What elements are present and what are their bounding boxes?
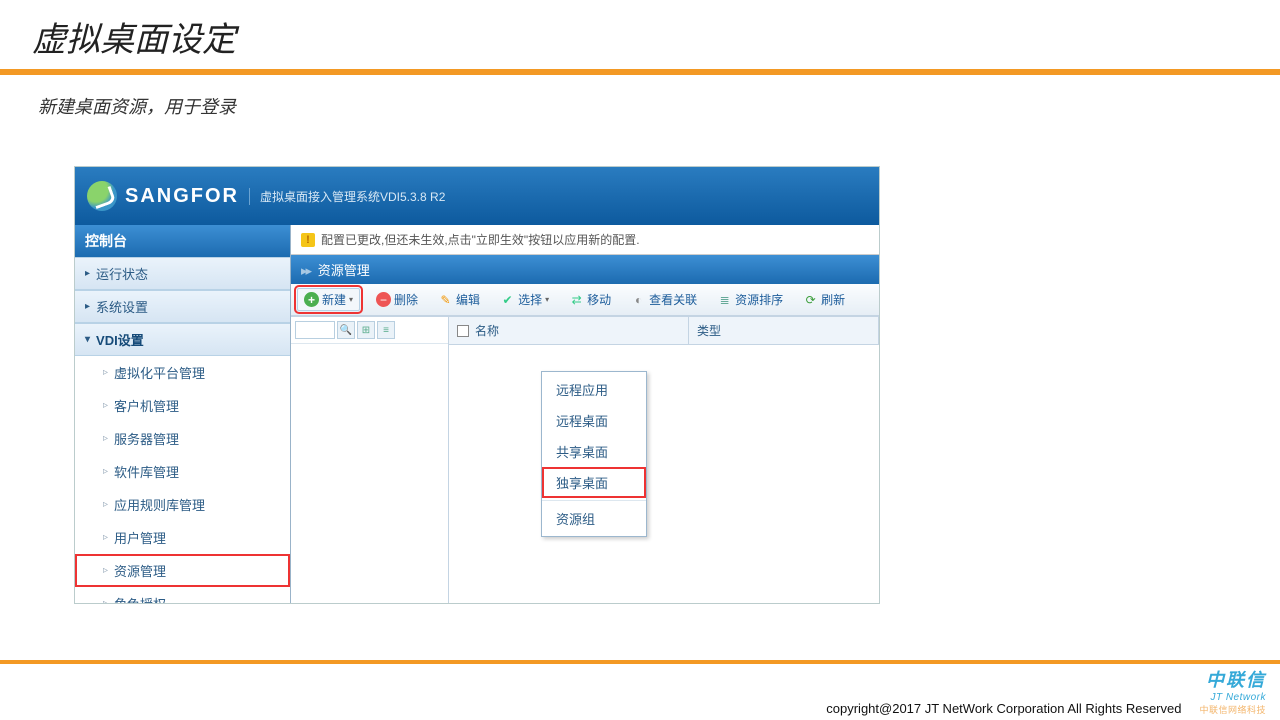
col-type[interactable]: 类型: [689, 317, 879, 344]
vdi-subitems: ▹虚拟化平台管理 ▹客户机管理 ▹服务器管理 ▹软件库管理 ▹应用规则库管理 ▹…: [75, 356, 290, 604]
sidebar-section-status[interactable]: ▸运行状态: [75, 257, 290, 290]
chevron-right-icon: ▹: [103, 400, 108, 411]
resource-grid: 名称 类型: [449, 317, 879, 603]
slide-footer: copyright@2017 JT NetWork Corporation Al…: [0, 660, 1280, 720]
breadcrumb-text: 资源管理: [318, 263, 370, 278]
view-relation-button[interactable]: ◐查看关联: [627, 289, 701, 310]
sidebar-section-vdi[interactable]: ▾VDI设置: [75, 323, 290, 356]
sidebar-section-system[interactable]: ▸系统设置: [75, 290, 290, 323]
app-subtitle: 虚拟桌面接入管理系统VDI5.3.8 R2: [249, 188, 445, 205]
sidebar-item-roles[interactable]: ▹角色授权: [75, 587, 290, 604]
menu-shared-desktop[interactable]: 共享桌面: [542, 436, 646, 467]
refresh-icon: ⟳: [803, 292, 818, 307]
sidebar-item-server[interactable]: ▹服务器管理: [75, 422, 290, 455]
watermark: 中联信网络科技: [1199, 703, 1266, 716]
chevrons-icon: ▸▸: [301, 263, 310, 278]
main-panel: ! 配置已更改,但还未生效,点击"立即生效"按钮以应用新的配置. ▸▸ 资源管理…: [291, 225, 879, 603]
dropdown-arrow-icon: ▾: [545, 295, 549, 304]
menu-exclusive-desktop[interactable]: 独享桌面: [542, 467, 646, 498]
slide-title: 虚拟桌面设定: [0, 0, 1280, 69]
app-header: SANGFOR 虚拟桌面接入管理系统VDI5.3.8 R2: [75, 167, 879, 225]
warning-icon: !: [301, 233, 315, 247]
relation-icon: ◐: [631, 292, 646, 307]
sidebar-item-software[interactable]: ▹软件库管理: [75, 455, 290, 488]
sidebar-item-resources[interactable]: ▹资源管理: [75, 554, 290, 587]
search-icon[interactable]: 🔍: [337, 321, 355, 339]
list-icon: ≣: [717, 292, 732, 307]
chevron-right-icon: ▹: [103, 532, 108, 543]
menu-resource-group[interactable]: 资源组: [542, 503, 646, 534]
delete-icon: −: [376, 292, 391, 307]
dropdown-arrow-icon: ▾: [349, 295, 353, 304]
jt-logo-cn: 中联信: [1199, 666, 1266, 692]
select-all-checkbox[interactable]: [457, 325, 469, 337]
select-button[interactable]: ✔选择 ▾: [496, 289, 553, 310]
chevron-right-icon: ▸: [85, 268, 90, 279]
breadcrumb-bar: ▸▸ 资源管理: [291, 255, 879, 284]
jt-logo-en: JT Network: [1199, 692, 1266, 703]
check-icon: ✔: [500, 292, 515, 307]
new-button[interactable]: +新建 ▾: [297, 288, 360, 311]
menu-separator: [542, 500, 646, 501]
tree-toolbar: 🔍 ⊞ ≡: [291, 317, 448, 344]
chevron-right-icon: ▹: [103, 565, 108, 576]
warning-text: 配置已更改,但还未生效,点击"立即生效"按钮以应用新的配置.: [321, 231, 640, 248]
resource-tree-panel: 🔍 ⊞ ≡: [291, 317, 449, 603]
copyright-text: copyright@2017 JT NetWork Corporation Al…: [826, 701, 1181, 716]
sidebar-title: 控制台: [75, 225, 290, 257]
move-button[interactable]: ⇄移动: [565, 289, 615, 310]
sidebar-item-client[interactable]: ▹客户机管理: [75, 389, 290, 422]
brand-text: SANGFOR: [125, 185, 239, 208]
sidebar-item-users[interactable]: ▹用户管理: [75, 521, 290, 554]
sidebar: 控制台 ▸运行状态 ▸系统设置 ▾VDI设置 ▹虚拟化平台管理 ▹客户机管理 ▹…: [75, 225, 291, 603]
grid-header: 名称 类型: [449, 317, 879, 345]
sangfor-logo-icon: [87, 181, 117, 211]
collapse-icon[interactable]: ≡: [377, 321, 395, 339]
refresh-button[interactable]: ⟳刷新: [799, 289, 849, 310]
menu-remote-desktop[interactable]: 远程桌面: [542, 405, 646, 436]
jt-logo: 中联信 JT Network 中联信网络科技: [1199, 666, 1266, 716]
slide-subtitle: 新建桌面资源，用于登录: [0, 75, 1280, 119]
toolbar: +新建 ▾ −删除 ✎编辑 ✔选择 ▾ ⇄移动 ◐查看关联 ≣资源排序 ⟳刷新: [291, 284, 879, 316]
chevron-right-icon: ▹: [103, 598, 108, 604]
add-icon: +: [304, 292, 319, 307]
chevron-right-icon: ▹: [103, 367, 108, 378]
menu-remote-app[interactable]: 远程应用: [542, 374, 646, 405]
sort-button[interactable]: ≣资源排序: [713, 289, 787, 310]
edit-icon: ✎: [438, 292, 453, 307]
delete-button[interactable]: −删除: [372, 289, 422, 310]
chevron-right-icon: ▹: [103, 433, 108, 444]
move-icon: ⇄: [569, 292, 584, 307]
warning-bar: ! 配置已更改,但还未生效,点击"立即生效"按钮以应用新的配置.: [291, 225, 879, 255]
col-name[interactable]: 名称: [449, 317, 689, 344]
chevron-right-icon: ▹: [103, 466, 108, 477]
sidebar-item-vplatform[interactable]: ▹虚拟化平台管理: [75, 356, 290, 389]
chevron-down-icon: ▾: [85, 334, 90, 345]
chevron-right-icon: ▸: [85, 301, 90, 312]
chevron-right-icon: ▹: [103, 499, 108, 510]
edit-button[interactable]: ✎编辑: [434, 289, 484, 310]
new-dropdown-menu: 远程应用 远程桌面 共享桌面 独享桌面 资源组: [541, 371, 647, 537]
sidebar-item-rules[interactable]: ▹应用规则库管理: [75, 488, 290, 521]
expand-icon[interactable]: ⊞: [357, 321, 375, 339]
search-input[interactable]: [295, 321, 335, 339]
app-window: SANGFOR 虚拟桌面接入管理系统VDI5.3.8 R2 控制台 ▸运行状态 …: [74, 166, 880, 604]
